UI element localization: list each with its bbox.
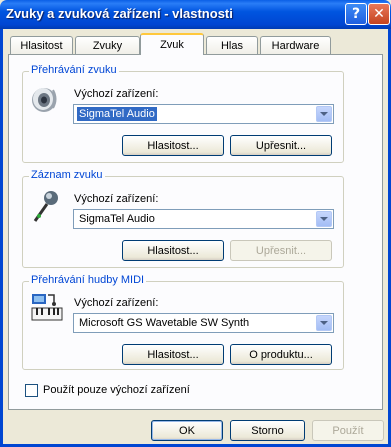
playback-volume-button[interactable]: Hlasitost... <box>122 135 224 156</box>
tab-hlas[interactable]: Hlas <box>206 36 258 54</box>
help-button[interactable]: ? <box>345 3 367 25</box>
midi-legend: Přehrávání hudby MIDI <box>29 274 147 286</box>
midi-about-button[interactable]: O produktu... <box>230 344 332 365</box>
cancel-button[interactable]: Storno <box>230 420 305 441</box>
playback-device-value: SigmaTel Audio <box>77 107 157 121</box>
midi-keyboard-icon <box>30 292 64 327</box>
midi-device-select[interactable]: Microsoft GS Wavetable SW Synth <box>73 313 334 333</box>
midi-device-value: Microsoft GS Wavetable SW Synth <box>79 317 250 329</box>
chevron-down-icon[interactable] <box>316 315 332 331</box>
apply-button[interactable]: Použít <box>312 420 384 441</box>
title-bar: Zvuky a zvuková zařízení - vlastnosti ? … <box>0 0 391 29</box>
ok-button[interactable]: OK <box>151 420 223 441</box>
chevron-down-icon[interactable] <box>316 106 332 122</box>
default-only-checkbox[interactable] <box>25 384 38 397</box>
playback-device-select[interactable]: SigmaTel Audio <box>73 104 334 124</box>
tab-zvuky[interactable]: Zvuky <box>75 36 140 54</box>
speaker-icon <box>31 84 59 117</box>
tab-hlasitost[interactable]: Hlasitost <box>10 36 73 54</box>
close-button[interactable]: ✕ <box>368 3 390 25</box>
help-icon: ? <box>351 6 361 22</box>
recording-device-label: Výchozí zařízení: <box>74 193 159 205</box>
recording-volume-button[interactable]: Hlasitost... <box>122 240 224 261</box>
tab-zvuk[interactable]: Zvuk <box>140 33 204 55</box>
playback-advanced-button[interactable]: Upřesnit... <box>230 135 332 156</box>
chevron-down-icon[interactable] <box>316 211 332 227</box>
recording-device-value: SigmaTel Audio <box>79 213 155 225</box>
recording-device-select[interactable]: SigmaTel Audio <box>73 209 334 229</box>
window-frame-left <box>0 29 3 447</box>
playback-device-label: Výchozí zařízení: <box>74 88 159 100</box>
playback-legend: Přehrávání zvuku <box>29 64 119 76</box>
midi-device-label: Výchozí zařízení: <box>74 297 159 309</box>
window-title: Zvuky a zvuková zařízení - vlastnosti <box>6 6 233 21</box>
close-icon: ✕ <box>373 6 385 22</box>
recording-legend: Záznam zvuku <box>29 169 105 181</box>
tab-hardware[interactable]: Hardware <box>260 36 331 54</box>
microphone-icon <box>30 188 60 227</box>
recording-advanced-button[interactable]: Upřesnit... <box>230 240 332 261</box>
midi-volume-button[interactable]: Hlasitost... <box>122 344 224 365</box>
default-only-label[interactable]: Použít pouze výchozí zařízení <box>43 384 190 396</box>
